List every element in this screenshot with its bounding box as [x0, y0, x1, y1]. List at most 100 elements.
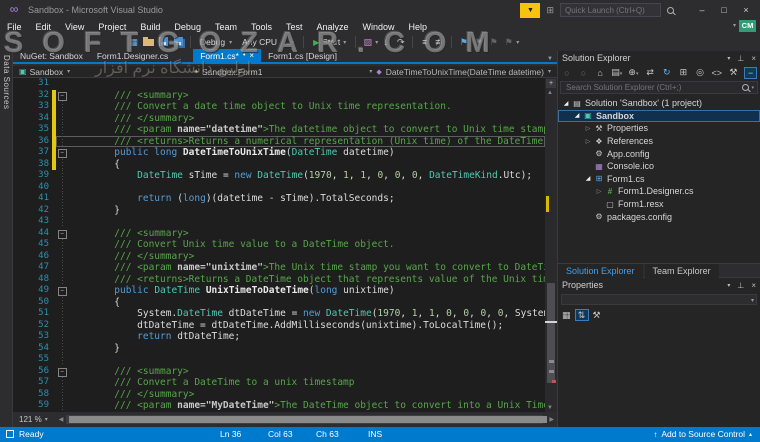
back-icon[interactable]: ○ [561, 68, 573, 78]
editor-horizontal-scrollbar[interactable] [66, 415, 548, 424]
bookmark-icon[interactable]: ⚑ [456, 37, 471, 48]
code-line[interactable]: 54 } [13, 342, 545, 355]
code-line[interactable]: 57 /// Convert a DateTime to a unix time… [13, 377, 545, 389]
forward-icon[interactable]: ○ [578, 68, 590, 78]
save-icon[interactable] [156, 36, 171, 48]
home-icon[interactable]: ⌂ [594, 68, 606, 78]
close-tab-icon[interactable]: × [249, 51, 254, 60]
code-line[interactable]: 53 return dtDateTime; [13, 331, 545, 343]
menu-project[interactable]: Project [91, 22, 133, 32]
panel-menu-caret-icon[interactable]: ▾ [727, 282, 730, 289]
code-line[interactable]: 56 /// <summary> [13, 366, 545, 378]
breadcrumb-member[interactable]: DateTimeToUnixTime(DateTime datetime) [386, 67, 544, 77]
panel-tab-team-explorer[interactable]: Team Explorer [644, 263, 719, 278]
search-icon[interactable] [742, 84, 750, 91]
split-window-icon[interactable]: + [546, 79, 556, 88]
code-line[interactable]: 58 /// </summary> [13, 388, 545, 401]
code-line[interactable]: 43 [13, 216, 545, 228]
breadcrumb-type[interactable]: Sandbox.Form1 [202, 67, 262, 77]
code-line[interactable]: 37 public long DateTimeToUnixTime(DateTi… [13, 147, 545, 159]
menu-file[interactable]: File [0, 22, 29, 32]
collapse-region-icon[interactable] [56, 228, 69, 240]
chevron-expanded-icon[interactable]: ◢ [583, 175, 593, 182]
step-over-icon[interactable]: ↷ [393, 37, 408, 48]
horizontal-scroll-thumb[interactable] [69, 416, 548, 423]
toolbar-overflow-icon[interactable]: ▾ [516, 39, 519, 46]
scroll-right-icon[interactable]: ▶ [546, 416, 557, 423]
properties-object-combobox[interactable]: ▾ [561, 294, 757, 305]
panel-tab-solution-explorer[interactable]: Solution Explorer [558, 263, 643, 278]
code-line[interactable]: 39 DateTime sTime = new DateTime(1970, 1… [13, 170, 545, 182]
collapse-region-icon[interactable] [56, 90, 69, 102]
tree-item-sandbox[interactable]: ◢ Sandbox [558, 109, 760, 123]
show-all-files-icon[interactable]: ◎ [694, 67, 706, 78]
menu-analyze[interactable]: Analyze [310, 22, 356, 32]
collapse-region-icon[interactable] [56, 366, 69, 378]
chevron-collapsed-icon[interactable]: ▷ [583, 138, 593, 145]
scroll-up-icon[interactable]: ▲ [547, 90, 553, 96]
code-line[interactable]: 40 [13, 181, 545, 194]
member-caret-icon[interactable]: ▾ [548, 68, 551, 75]
code-line[interactable]: 55 [13, 354, 545, 366]
tab-form1-designer-cs[interactable]: Form1.Designer.cs [90, 49, 175, 62]
sync-icon[interactable]: ⇄ [644, 67, 656, 78]
feedback-icon[interactable]: ⊞ [546, 5, 554, 16]
vertical-scroll-thumb[interactable] [547, 283, 555, 383]
code-line[interactable]: 36 /// <returns>Returns a numerical repr… [13, 135, 545, 148]
menu-view[interactable]: View [58, 22, 91, 32]
menu-edit[interactable]: Edit [29, 22, 59, 32]
menu-build[interactable]: Build [133, 22, 167, 32]
menu-help[interactable]: Help [402, 22, 435, 32]
chevron-collapsed-icon[interactable]: ▷ [583, 125, 593, 132]
tree-item-solution-sandbox-1-project[interactable]: ◢ Solution 'Sandbox' (1 project) [558, 97, 760, 110]
close-panel-icon[interactable]: × [751, 54, 756, 63]
account-caret-icon[interactable]: ▾ [733, 22, 736, 29]
code-line[interactable]: 42 } [13, 204, 545, 217]
avatar[interactable]: CM [739, 20, 756, 32]
code-line[interactable]: 44 /// <summary> [13, 228, 545, 240]
code-line[interactable]: 45 /// Convert Unix time value to a Date… [13, 239, 545, 251]
data-sources-tab[interactable]: Data Sources [2, 55, 11, 109]
debug-target-dropdown[interactable]: Debug ▾ [195, 35, 237, 49]
solution-search-input[interactable] [564, 82, 743, 93]
menu-test[interactable]: Test [279, 22, 310, 32]
tree-item-form1-resx[interactable]: Form1.resx [558, 198, 760, 211]
member-prev-caret-icon[interactable]: ▾ [369, 68, 372, 75]
pending-changes-filter-icon[interactable]: ⊕▾ [628, 67, 640, 78]
pin-icon[interactable]: ⊥ [737, 54, 744, 63]
code-line[interactable]: 52 dtDateTime = dtDateTime.AddMillisecon… [13, 319, 545, 332]
start-debug-button[interactable]: ▶ Start ▾ [308, 37, 351, 47]
view-code-icon[interactable]: <> [711, 68, 723, 78]
tree-item-packages-config[interactable]: packages.config [558, 210, 760, 223]
code-line[interactable]: 50 { [13, 296, 545, 309]
categorized-icon[interactable]: ▦ [562, 310, 571, 321]
open-folder-icon[interactable] [141, 36, 156, 48]
zoom-caret-icon[interactable]: ▾ [45, 416, 48, 423]
quick-launch-input[interactable] [560, 3, 661, 17]
chevron-expanded-icon[interactable]: ◢ [572, 112, 582, 119]
editor-vertical-scrollbar[interactable]: + ▲ ▼ [545, 78, 557, 412]
properties-icon[interactable]: ⚒ [728, 67, 740, 78]
close-icon[interactable]: × [738, 5, 754, 15]
search-caret-icon[interactable]: ▾ [751, 85, 754, 91]
add-to-source-control-button[interactable]: ↑ Add to Source Control ▴ [653, 429, 752, 439]
breadcrumb-project[interactable]: Sandbox [30, 67, 64, 77]
menu-tools[interactable]: Tools [244, 22, 279, 32]
platform-dropdown[interactable]: Any CPU ▾ [237, 35, 299, 49]
code-line[interactable]: 38 { [13, 158, 545, 171]
menu-window[interactable]: Window [356, 22, 402, 32]
code-line[interactable]: 33 /// Convert a date time object to Uni… [13, 101, 545, 113]
collapse-all-icon[interactable]: − [744, 66, 757, 79]
tab-form1-cs-design[interactable]: Form1.cs [Design] [261, 49, 344, 62]
code-line[interactable]: 49 public DateTime UnixTimeToDateTime(lo… [13, 285, 545, 297]
tree-item-form1-cs[interactable]: ◢ Form1.cs [558, 173, 760, 186]
bookmark-clear-icon[interactable]: ⚑ [501, 37, 516, 48]
code-line[interactable]: 34 /// </summary> [13, 112, 545, 125]
tab-form1-cs[interactable]: Form1.cs* • × [193, 49, 262, 62]
bookmark-prev-icon[interactable]: ⚑ [471, 37, 486, 48]
code-line[interactable]: 35 /// <param name="datetime">The dateti… [13, 124, 545, 136]
chevron-expanded-icon[interactable]: ◢ [561, 100, 571, 107]
minimize-icon[interactable]: – [694, 5, 710, 15]
pin-icon[interactable]: ⊥ [737, 281, 744, 290]
code-editor[interactable]: 3132 /// <summary>33 /// Convert a date … [13, 78, 545, 412]
